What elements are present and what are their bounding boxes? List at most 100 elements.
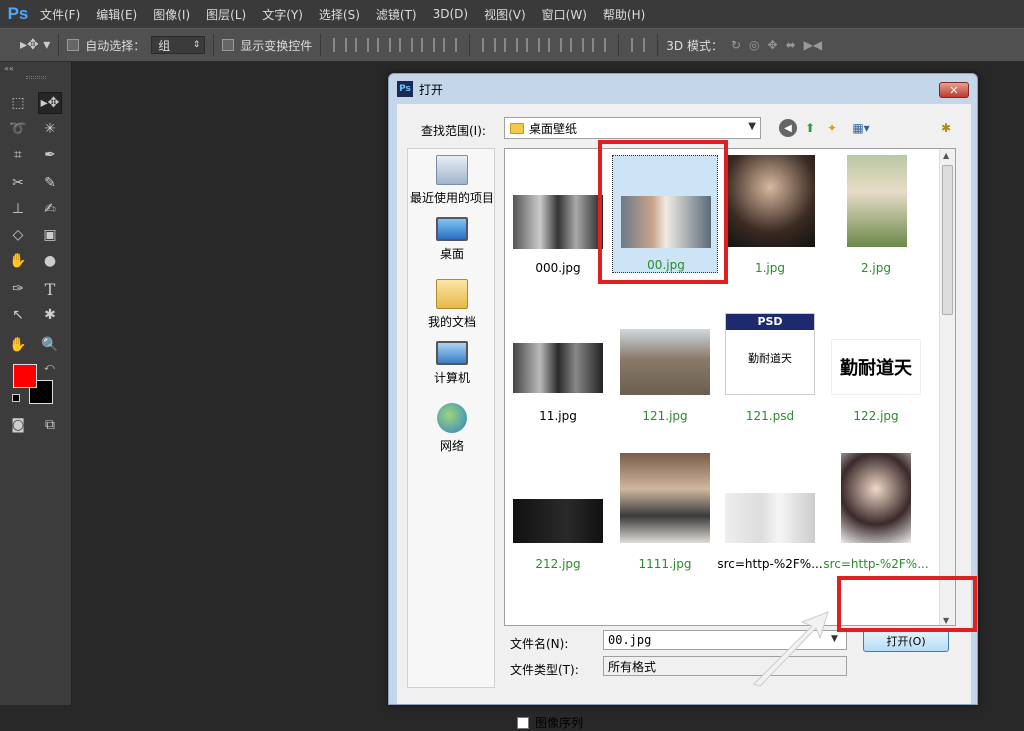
menu-image[interactable]: 图像(I)	[145, 6, 198, 23]
show-transform-checkbox[interactable]	[222, 39, 235, 51]
menu-filter[interactable]: 滤镜(T)	[368, 6, 425, 23]
menu-type[interactable]: 文字(Y)	[254, 6, 311, 23]
place-recent[interactable]: 最近使用的项目	[408, 155, 496, 206]
file-item[interactable]: 2.jpg	[823, 151, 929, 291]
file-name: 1111.jpg	[638, 557, 692, 571]
distribute-vcenter-icon[interactable]	[504, 38, 519, 52]
file-item[interactable]: 212.jpg	[505, 447, 611, 587]
pen-tool-icon[interactable]: ✑	[6, 278, 30, 300]
history-brush-tool-icon[interactable]: ✍	[38, 198, 62, 220]
file-item[interactable]: 1111.jpg	[612, 447, 718, 587]
place-network[interactable]: 网络	[408, 403, 496, 454]
place-documents[interactable]: 我的文档	[408, 279, 496, 330]
menu-layer[interactable]: 图层(L)	[198, 6, 254, 23]
3d-slide-icon[interactable]: ⬌	[786, 38, 796, 52]
file-item[interactable]: PSD 勤耐道天 121.psd	[717, 299, 823, 439]
distribute-bottom-icon[interactable]	[526, 38, 541, 52]
favorite-folder-icon[interactable]: ✱	[937, 119, 955, 137]
align-vcenter-icon[interactable]	[355, 38, 370, 52]
distribute-top-icon[interactable]	[482, 38, 497, 52]
dialog-titlebar[interactable]: Ps 打开	[389, 74, 977, 104]
3d-pan-icon[interactable]: ✥	[768, 38, 778, 52]
3d-rotate-icon[interactable]: ↻	[731, 38, 741, 52]
eyedropper-tool-icon[interactable]: ✒	[38, 144, 62, 166]
filename-dropdown-icon[interactable]: ▼	[831, 634, 838, 644]
new-folder-icon[interactable]: ✦	[823, 119, 841, 137]
arrow-shape	[753, 611, 829, 687]
healing-brush-tool-icon[interactable]: ✂	[6, 172, 30, 194]
file-item[interactable]: 121.jpg	[612, 299, 718, 439]
quick-mask-icon[interactable]: ◙	[6, 414, 30, 436]
menu-help[interactable]: 帮助(H)	[595, 6, 653, 23]
3d-roll-icon[interactable]: ◎	[749, 38, 759, 52]
scrollbar-thumb[interactable]	[942, 165, 953, 315]
separator	[213, 34, 215, 56]
dodge-tool-icon[interactable]: ●	[38, 250, 62, 272]
menu-edit[interactable]: 编辑(E)	[88, 6, 145, 23]
highlight-box-selected-file	[598, 140, 728, 284]
lasso-tool-icon[interactable]: ➰	[6, 118, 30, 140]
auto-select-dropdown[interactable]: 组 ⇕	[151, 36, 206, 54]
marquee-tool-icon[interactable]: ⬚	[6, 92, 30, 114]
file-name: 122.jpg	[853, 409, 899, 423]
blur-tool-icon[interactable]: ✋	[6, 250, 30, 272]
clone-stamp-tool-icon[interactable]: ⊥	[6, 198, 30, 220]
menu-3d[interactable]: 3D(D)	[425, 7, 476, 21]
image-sequence-checkbox[interactable]	[517, 716, 529, 729]
highlight-box-open-button	[837, 576, 977, 632]
vertical-scrollbar[interactable]: ▲ ▼	[939, 149, 955, 625]
place-computer[interactable]: 计算机	[408, 341, 496, 386]
distribute-right-icon[interactable]	[592, 38, 607, 52]
back-icon[interactable]: ◀	[779, 119, 797, 137]
file-item[interactable]: 勤耐道天 122.jpg	[823, 299, 929, 439]
align-left-icon[interactable]	[399, 38, 414, 52]
image-sequence-option[interactable]: 图像序列	[517, 714, 583, 731]
hand-tool-icon[interactable]: ✋	[6, 334, 30, 356]
panel-collapse-icon[interactable]: ««	[4, 64, 14, 73]
distribute-hcenter-icon[interactable]	[570, 38, 585, 52]
auto-align-icon[interactable]	[631, 38, 646, 52]
foreground-color-swatch[interactable]	[13, 364, 37, 388]
up-folder-icon[interactable]: ⬆	[801, 119, 819, 137]
move-tool-icon[interactable]: ▸✥	[38, 92, 62, 114]
open-button[interactable]: 打开(O)	[863, 630, 949, 652]
look-in-dropdown[interactable]: 桌面壁纸 ▼	[504, 117, 761, 139]
auto-select-value: 组	[158, 38, 171, 53]
crop-tool-icon[interactable]: ⌗	[6, 144, 30, 166]
menu-select[interactable]: 选择(S)	[311, 6, 368, 23]
align-top-icon[interactable]	[333, 38, 348, 52]
menu-view[interactable]: 视图(V)	[476, 6, 534, 23]
gradient-tool-icon[interactable]: ▣	[38, 224, 62, 246]
file-item[interactable]: src=http-%2F%...	[717, 447, 823, 587]
swap-colors-icon[interactable]: ⤺	[44, 362, 55, 373]
default-colors-icon[interactable]	[12, 394, 20, 402]
menu-file[interactable]: 文件(F)	[32, 6, 88, 23]
align-right-icon[interactable]	[443, 38, 458, 52]
move-tool-icon[interactable]: ▸✥ ▾	[20, 37, 50, 53]
path-selection-tool-icon[interactable]: ↖	[6, 304, 30, 326]
close-button[interactable]: ✕	[939, 82, 969, 98]
menu-window[interactable]: 窗口(W)	[534, 6, 595, 23]
align-bottom-icon[interactable]	[377, 38, 392, 52]
file-item[interactable]: 1.jpg	[717, 151, 823, 291]
distribute-left-icon[interactable]	[548, 38, 563, 52]
file-name: 212.jpg	[535, 557, 581, 571]
brush-tool-icon[interactable]: ✎	[38, 172, 62, 194]
view-menu-icon[interactable]: ▦▾	[847, 119, 875, 137]
desktop-icon	[436, 217, 468, 241]
eraser-tool-icon[interactable]: ◇	[6, 224, 30, 246]
3d-scale-icon[interactable]: ▶◀	[804, 38, 822, 52]
place-desktop[interactable]: 桌面	[408, 217, 496, 262]
auto-select-checkbox[interactable]	[67, 39, 80, 51]
scroll-up-icon[interactable]: ▲	[943, 151, 949, 160]
align-hcenter-icon[interactable]	[421, 38, 436, 52]
file-item[interactable]: src=http-%2F%...	[823, 447, 929, 587]
file-item[interactable]: 000.jpg	[505, 151, 611, 291]
folder-icon	[510, 123, 524, 134]
screen-mode-icon[interactable]: ⧉	[38, 414, 62, 436]
file-item[interactable]: 11.jpg	[505, 299, 611, 439]
custom-shape-tool-icon[interactable]: ✱	[38, 304, 62, 326]
magic-wand-tool-icon[interactable]: ✳	[38, 118, 62, 140]
zoom-tool-icon[interactable]: 🔍	[38, 334, 62, 356]
type-tool-icon[interactable]: T	[38, 278, 62, 300]
